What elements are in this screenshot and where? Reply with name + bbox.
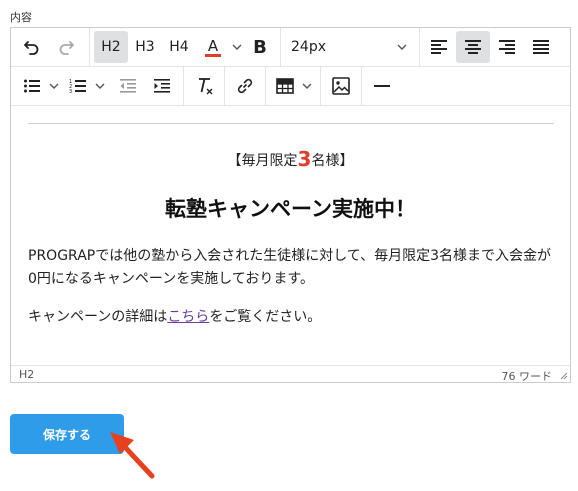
svg-text:A: A <box>208 37 219 55</box>
resize-handle-icon[interactable] <box>558 370 568 380</box>
heading-h4-button[interactable]: H4 <box>162 31 196 63</box>
heading-h2-button[interactable]: H2 <box>94 31 128 63</box>
bullet-list-icon <box>24 79 40 93</box>
bold-button[interactable]: B <box>244 31 276 63</box>
toolbar-row-2: 1 2 3 <box>11 66 570 106</box>
content-field-label: 内容 <box>10 11 32 24</box>
indent-button[interactable] <box>145 70 179 102</box>
bold-icon: B <box>253 36 267 58</box>
promo-prefix: 【毎月限定 <box>227 153 298 169</box>
align-left-icon <box>431 40 447 54</box>
chevron-down-icon <box>49 83 59 89</box>
campaign-paragraph: PROGRAPでは他の塾から入会された生徒様に対して、毎月限定3名様まで入会金が… <box>28 248 552 287</box>
font-size-select[interactable]: 24px <box>281 31 415 63</box>
promo-line: 【毎月限定3名様】 <box>11 147 570 171</box>
details-link[interactable]: こちら <box>167 309 209 325</box>
toolbar-separator <box>419 27 420 67</box>
align-justify-icon <box>533 40 549 54</box>
bullet-list-dropdown[interactable] <box>47 70 61 102</box>
campaign-headline: 転塾キャンペーン実施中！ <box>165 197 416 221</box>
horizontal-rule <box>28 123 554 124</box>
undo-icon <box>24 41 39 55</box>
redo-icon <box>59 41 74 55</box>
details-text-suffix: をご覧ください。 <box>209 309 322 325</box>
align-center-button[interactable] <box>456 31 490 63</box>
numbered-list-icon: 1 2 3 <box>69 79 86 94</box>
outdent-icon <box>120 79 136 93</box>
element-path[interactable]: H2 <box>19 368 34 381</box>
horizontal-rule-button[interactable] <box>362 70 402 102</box>
toolbar-separator <box>89 27 90 67</box>
undo-button[interactable] <box>15 31 49 63</box>
align-right-button[interactable] <box>490 31 524 63</box>
insert-table-button[interactable] <box>270 70 300 102</box>
bullet-list-button[interactable] <box>17 70 47 102</box>
heading-h3-button[interactable]: H3 <box>128 31 162 63</box>
insert-link-button[interactable] <box>225 70 265 102</box>
rich-text-editor: H2 H3 H4 A B 24px 1 2 3 【毎月限定3名様】 転塾キャンペ… <box>10 27 571 383</box>
align-center-icon <box>465 40 481 54</box>
align-right-icon <box>499 40 515 54</box>
promo-number: 3 <box>297 147 312 171</box>
insert-image-button[interactable] <box>321 70 361 102</box>
align-justify-button[interactable] <box>524 31 558 63</box>
image-icon <box>332 77 350 95</box>
font-size-value: 24px <box>291 39 326 55</box>
clear-formatting-button[interactable] <box>186 70 224 102</box>
link-icon <box>237 78 253 94</box>
editor-statusbar: H2 76 ワード <box>11 365 570 383</box>
promo-suffix: 名様】 <box>311 153 354 169</box>
text-color-icon: A <box>205 37 221 57</box>
annotation-arrow-icon <box>110 432 155 479</box>
chevron-down-icon <box>302 83 312 89</box>
redo-button[interactable] <box>49 31 83 63</box>
text-color-dropdown[interactable] <box>230 31 244 63</box>
horizontal-rule-icon <box>374 85 390 87</box>
chevron-down-icon <box>397 44 407 50</box>
align-left-button[interactable] <box>422 31 456 63</box>
clear-formatting-icon <box>199 78 213 95</box>
toolbar-separator <box>183 66 184 106</box>
chevron-down-icon <box>232 44 242 50</box>
svg-text:3: 3 <box>69 89 72 94</box>
table-icon <box>276 78 294 94</box>
insert-table-dropdown[interactable] <box>300 70 314 102</box>
details-paragraph: キャンペーンの詳細はこちらをご覧ください。 <box>28 306 558 329</box>
chevron-down-icon <box>95 83 105 89</box>
numbered-list-button[interactable]: 1 2 3 <box>63 70 93 102</box>
word-count: 76 ワード <box>501 370 553 383</box>
details-text-prefix: キャンペーンの詳細は <box>28 309 168 325</box>
outdent-button[interactable] <box>111 70 145 102</box>
indent-icon <box>154 79 170 93</box>
text-color-button[interactable]: A <box>196 31 230 63</box>
numbered-list-dropdown[interactable] <box>93 70 107 102</box>
editor-content[interactable]: 【毎月限定3名様】 転塾キャンペーン実施中！ PROGRAPでは他の塾から入会さ… <box>11 107 570 365</box>
toolbar-separator <box>265 66 266 106</box>
toolbar-row-1: H2 H3 H4 A B 24px <box>11 27 570 67</box>
